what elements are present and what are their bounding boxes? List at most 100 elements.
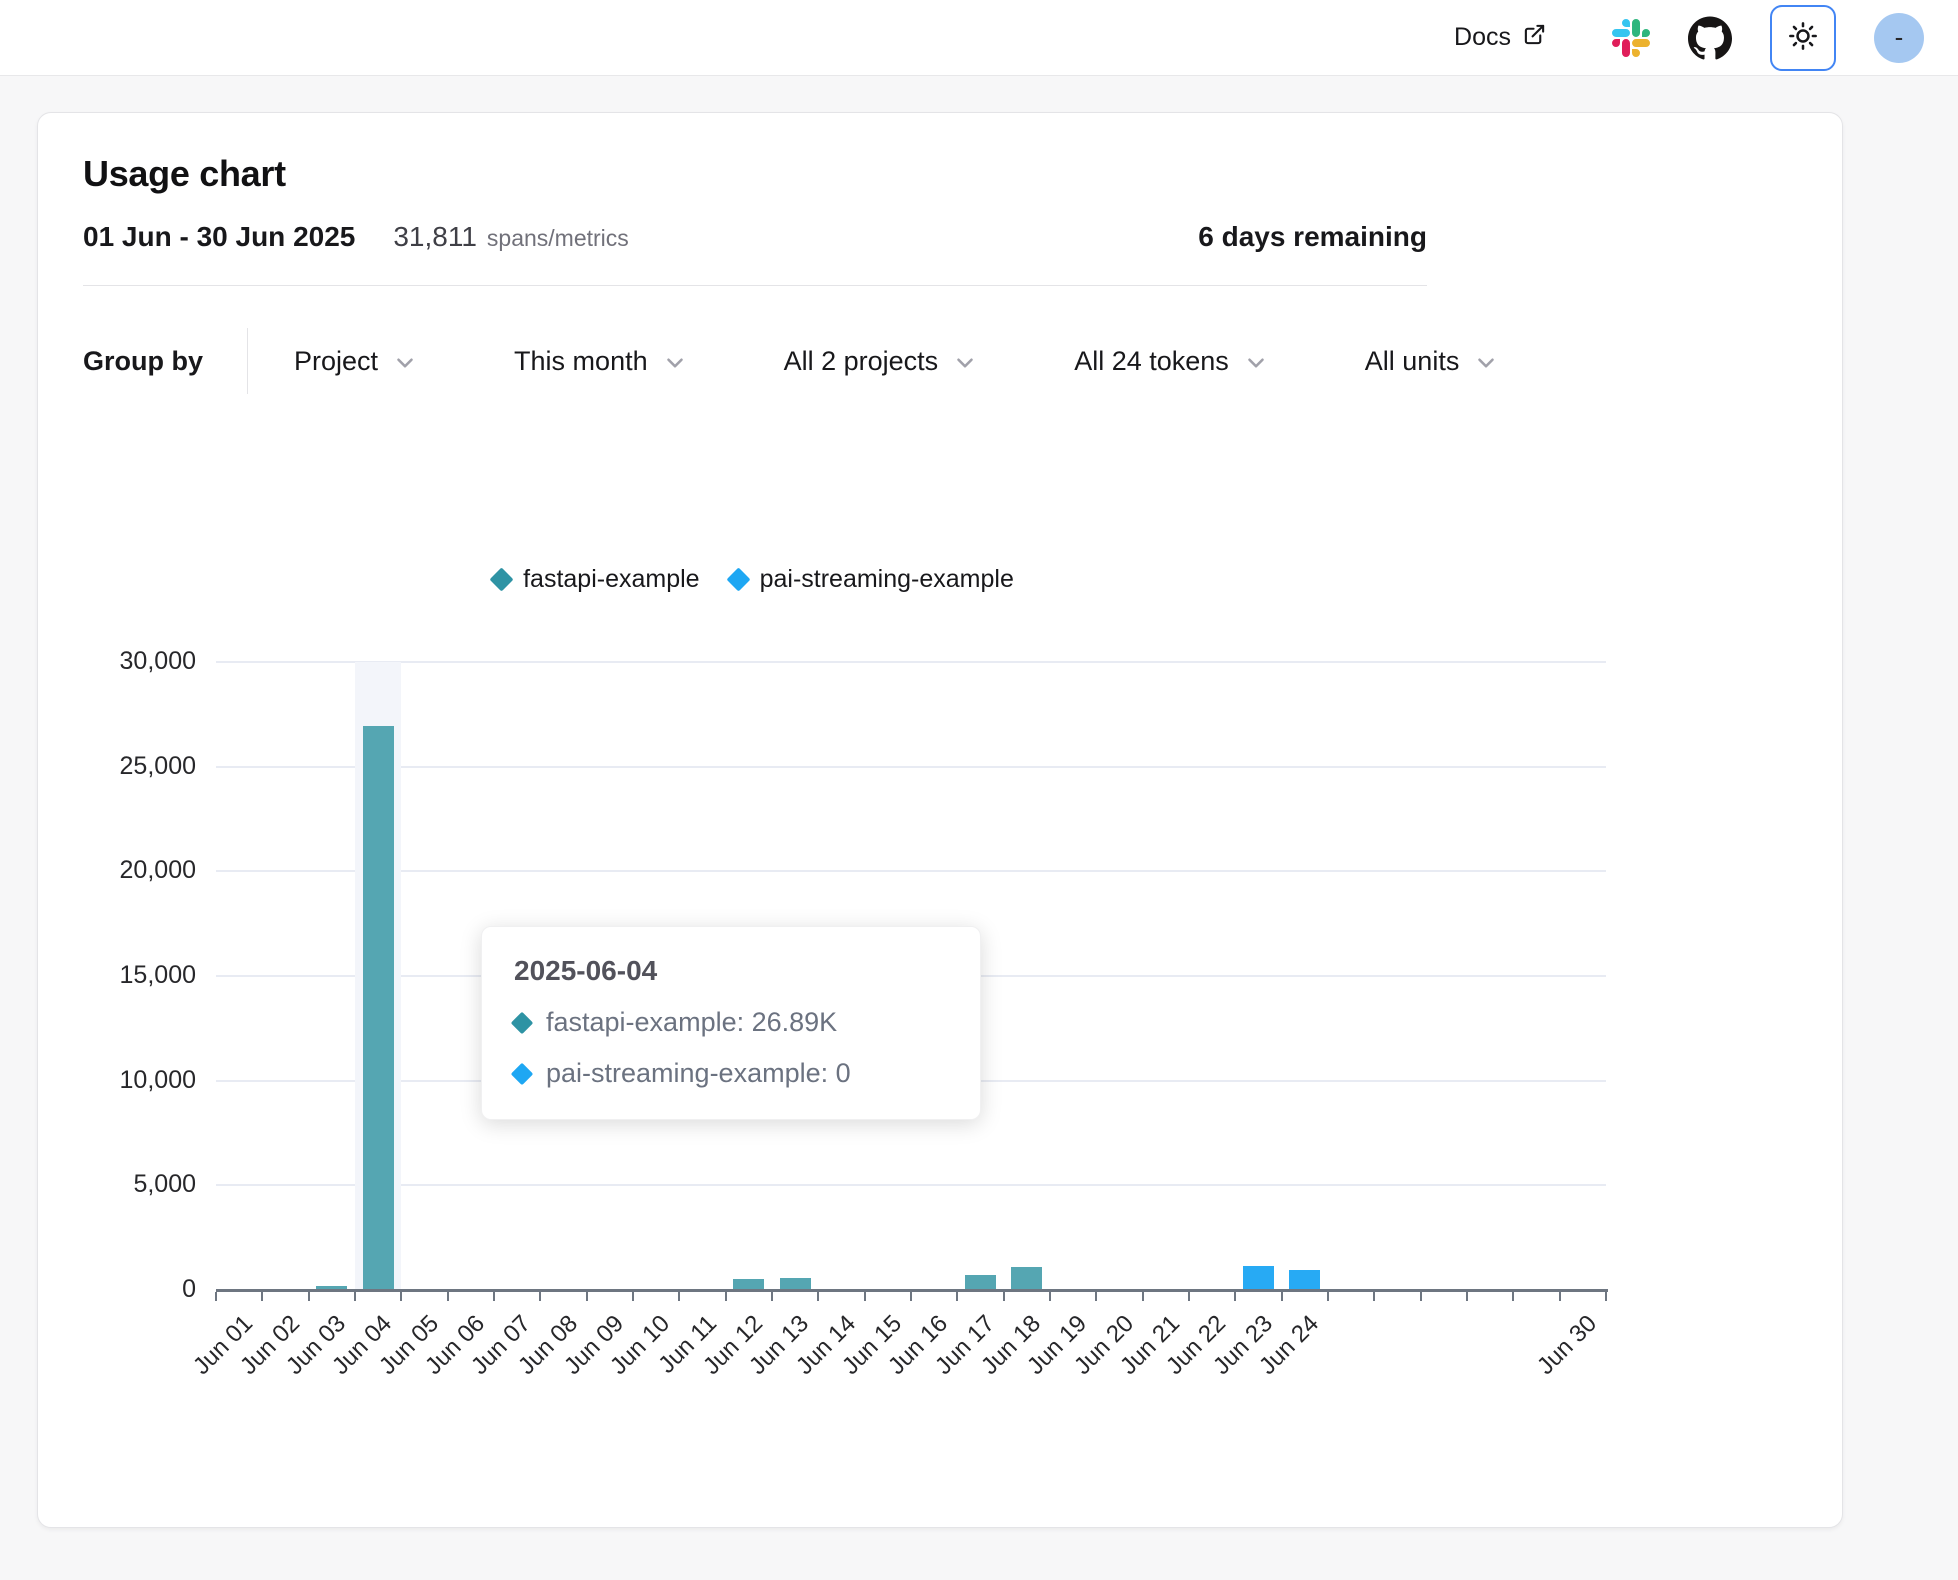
avatar[interactable]: - [1874,13,1924,63]
x-axis-tick [215,1292,217,1301]
series-diamond-icon [511,1011,534,1034]
chevron-down-icon [1473,350,1499,376]
slack-icon[interactable] [1612,19,1650,57]
series-diamond-icon [726,567,750,591]
y-axis-labels: 05,00010,00015,00020,00025,00030,000 [38,662,196,1290]
x-axis-line [216,1289,1608,1292]
spans-unit: spans/metrics [487,225,629,252]
x-axis-tick [1281,1292,1283,1301]
chart-tooltip: 2025-06-04 fastapi-example: 26.89K pai-s… [481,926,981,1120]
tooltip-row: fastapi-example: 26.89K [514,1007,948,1038]
x-axis-tick [1327,1292,1329,1301]
external-link-icon [1523,23,1546,53]
x-axis-tick [586,1292,588,1301]
chart-legend: fastapi-example pai-streaming-example [216,565,1291,594]
series-diamond-icon [490,567,514,591]
gridline [216,766,1606,768]
period-dropdown[interactable]: This month [514,346,688,377]
x-axis-tick [354,1292,356,1301]
x-axis-tick [632,1292,634,1301]
page-title: Usage chart [83,153,1842,195]
date-range: 01 Jun - 30 Jun 2025 [83,221,355,253]
x-axis-label: Jun 30 [1498,1310,1603,1415]
x-axis-tick [1142,1292,1144,1301]
avatar-text: - [1895,22,1904,53]
bar-fastapi-example-jun-12 [733,1279,764,1289]
x-axis-tick [817,1292,819,1301]
filter-row: Group by Project This month All 2 projec… [83,328,1842,394]
x-axis-tick [956,1292,958,1301]
group-by-dropdown[interactable]: Project [294,346,418,377]
theme-toggle-button[interactable] [1770,5,1836,71]
spans-count: 31,811 [393,221,477,253]
x-axis-tick [1605,1292,1607,1301]
github-icon[interactable] [1688,16,1732,60]
usage-meta-row: 01 Jun - 30 Jun 2025 31,811 spans/metric… [83,221,1427,253]
period-dropdown-value: This month [514,346,648,377]
group-by-label: Group by [83,346,203,377]
legend-item-fastapi-example[interactable]: fastapi-example [493,565,699,594]
x-axis-tick [910,1292,912,1301]
bar-fastapi-example-jun-04 [363,726,394,1289]
usage-bar-chart: fastapi-example pai-streaming-example 0 5… [38,553,1844,1513]
tooltip-row-text: fastapi-example: 26.89K [546,1007,837,1038]
x-axis-tick [1188,1292,1190,1301]
x-axis-tick [539,1292,541,1301]
x-axis-tick [308,1292,310,1301]
x-axis-tick [678,1292,680,1301]
header-divider [83,285,1427,286]
days-remaining: 6 days remaining [1198,221,1427,253]
projects-dropdown-value: All 2 projects [784,346,939,377]
bar-fastapi-example-jun-17 [965,1275,996,1289]
bar-pai-streaming-example-jun-24 [1289,1270,1320,1289]
x-axis-tick [493,1292,495,1301]
sun-icon [1787,20,1819,55]
y-axis-tick-label: 10,000 [38,1066,196,1095]
chevron-down-icon [952,350,978,376]
y-axis-tick-label: 25,000 [38,752,196,781]
units-dropdown[interactable]: All units [1365,346,1500,377]
legend-item-pai-streaming-example[interactable]: pai-streaming-example [730,565,1014,594]
x-axis-tick [1512,1292,1514,1301]
tooltip-row: pai-streaming-example: 0 [514,1058,948,1089]
x-axis-tick [725,1292,727,1301]
x-axis-tick [1559,1292,1561,1301]
x-axis-tick [1003,1292,1005,1301]
docs-label: Docs [1454,23,1511,52]
tokens-dropdown-value: All 24 tokens [1074,346,1229,377]
x-axis-tick [400,1292,402,1301]
gridline [216,661,1606,663]
group-by-dropdown-value: Project [294,346,378,377]
x-axis-tick [261,1292,263,1301]
tooltip-date: 2025-06-04 [514,955,948,987]
vertical-divider [247,328,248,394]
legend-label: fastapi-example [523,565,699,594]
x-axis-tick [1466,1292,1468,1301]
units-dropdown-value: All units [1365,346,1460,377]
usage-card: Usage chart 01 Jun - 30 Jun 2025 31,811 … [37,112,1843,1528]
x-axis-tick [1095,1292,1097,1301]
chevron-down-icon [1243,350,1269,376]
y-axis-tick-label: 0 [38,1275,196,1304]
x-axis-tick [1049,1292,1051,1301]
x-axis-tick [1373,1292,1375,1301]
docs-link[interactable]: Docs [1454,23,1546,53]
bar-fastapi-example-jun-18 [1011,1267,1042,1289]
y-axis-tick-label: 5,000 [38,1170,196,1199]
y-axis-tick-label: 15,000 [38,961,196,990]
x-axis-tick [1420,1292,1422,1301]
gridline [216,1184,1606,1186]
x-axis-tick [771,1292,773,1301]
legend-label: pai-streaming-example [760,565,1014,594]
y-axis-tick-label: 20,000 [38,856,196,885]
gridline [216,870,1606,872]
x-axis-tick [447,1292,449,1301]
chevron-down-icon [392,350,418,376]
x-axis-tick [1234,1292,1236,1301]
chevron-down-icon [662,350,688,376]
bar-fastapi-example-jun-13 [780,1278,811,1289]
projects-dropdown[interactable]: All 2 projects [784,346,979,377]
tokens-dropdown[interactable]: All 24 tokens [1074,346,1269,377]
tooltip-row-text: pai-streaming-example: 0 [546,1058,851,1089]
top-bar: Docs - [0,0,1958,76]
